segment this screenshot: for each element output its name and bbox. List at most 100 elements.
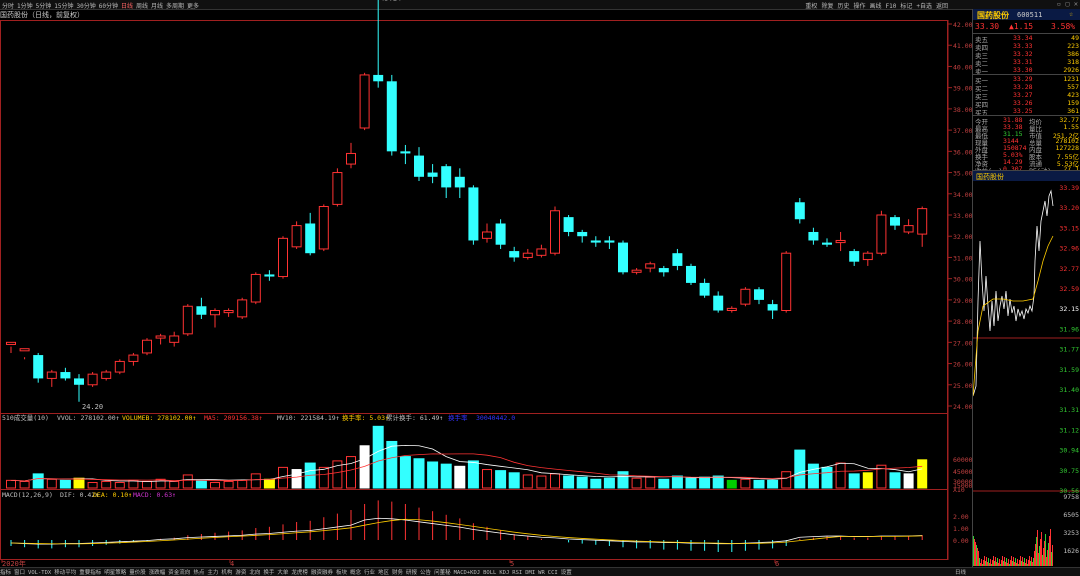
volume-bar[interactable] xyxy=(603,477,615,489)
candle[interactable] xyxy=(522,248,533,260)
volume-bar[interactable] xyxy=(576,476,588,489)
order-row[interactable]: 买三 33.27 423 xyxy=(973,91,1080,101)
volume-bar[interactable] xyxy=(182,474,193,489)
volume-bar[interactable] xyxy=(19,480,30,489)
volume-bar[interactable] xyxy=(482,469,492,489)
volume-bar[interactable] xyxy=(767,479,779,489)
volume-bar[interactable] xyxy=(807,463,819,489)
candle[interactable] xyxy=(6,341,16,353)
intraday-mini-chart[interactable]: 33.39 33.20 33.15 32.96 32.77 32.59 32.15 31.96… xyxy=(973,181,1080,567)
candle[interactable] xyxy=(60,367,71,381)
candle[interactable] xyxy=(903,219,914,235)
candle[interactable] xyxy=(155,333,166,345)
volume-bar[interactable] xyxy=(427,461,439,489)
candle[interactable] xyxy=(509,246,520,262)
candle[interactable] xyxy=(128,352,139,366)
candle[interactable] xyxy=(550,206,560,256)
candle[interactable] xyxy=(482,223,492,243)
volume-bar[interactable] xyxy=(440,463,452,489)
candle[interactable] xyxy=(196,297,207,319)
indicator-tab-2[interactable]: VOL-TDX xyxy=(28,570,51,576)
candle[interactable] xyxy=(332,168,343,207)
volume-bar[interactable] xyxy=(291,469,302,489)
volume-bar[interactable] xyxy=(346,456,356,489)
candle[interactable] xyxy=(182,304,193,336)
candle[interactable] xyxy=(890,215,900,230)
candle[interactable] xyxy=(740,287,751,307)
volume-bar[interactable] xyxy=(495,470,507,489)
volume-bar[interactable] xyxy=(671,475,683,489)
candle[interactable] xyxy=(400,144,411,165)
candle[interactable] xyxy=(658,265,669,277)
order-row[interactable]: 买五 33.25 361 xyxy=(973,107,1080,117)
indicator-tab-26[interactable]: MACD+KDJ xyxy=(454,570,481,576)
candle[interactable] xyxy=(101,369,112,381)
candle[interactable] xyxy=(672,248,683,271)
candle[interactable] xyxy=(754,287,764,305)
volume-bar[interactable] xyxy=(821,466,833,489)
candle[interactable] xyxy=(822,238,832,247)
candle[interactable] xyxy=(536,244,547,258)
volume-bar[interactable] xyxy=(155,478,166,489)
volume-bar[interactable] xyxy=(46,478,57,489)
candle[interactable] xyxy=(468,185,479,245)
volume-bar[interactable] xyxy=(114,482,125,489)
candle[interactable] xyxy=(590,236,601,247)
volume-bar[interactable] xyxy=(223,480,234,489)
candle[interactable] xyxy=(278,236,288,279)
volume-bar[interactable] xyxy=(372,425,384,489)
volume-bar[interactable] xyxy=(753,479,765,489)
volume-bar[interactable] xyxy=(617,471,629,489)
volume-bar[interactable] xyxy=(740,478,751,489)
order-row[interactable]: 卖一 33.30 2926 xyxy=(973,66,1080,76)
volume-bar[interactable] xyxy=(399,456,411,489)
volume-bar[interactable] xyxy=(59,479,71,489)
candle[interactable] xyxy=(237,297,248,319)
volume-bar[interactable] xyxy=(508,472,520,489)
candle[interactable] xyxy=(577,229,588,243)
candle[interactable] xyxy=(631,268,642,275)
indicator-tab-27[interactable]: BOLL xyxy=(483,570,496,576)
candle[interactable] xyxy=(495,219,506,249)
order-row[interactable]: 卖五 33.34 49 xyxy=(973,34,1080,44)
indicator-tab-28[interactable]: KDJ xyxy=(499,570,509,576)
volume-bar[interactable] xyxy=(318,466,329,489)
candle[interactable] xyxy=(223,308,234,317)
volume-bar[interactable] xyxy=(142,480,152,489)
candle[interactable] xyxy=(264,270,275,281)
candle[interactable] xyxy=(645,261,656,273)
volume-bar[interactable] xyxy=(712,475,724,489)
volume-bar[interactable] xyxy=(522,474,533,489)
candle[interactable] xyxy=(835,231,846,252)
indicator-tab-30[interactable]: DMI xyxy=(525,570,535,576)
volume-bar[interactable] xyxy=(413,458,425,489)
candle[interactable] xyxy=(618,240,628,275)
volume-bar[interactable] xyxy=(467,460,479,489)
candle[interactable] xyxy=(169,331,180,347)
volume-bar[interactable] xyxy=(195,479,207,489)
kline-chart[interactable]: 42.0041.0040.0039.0038.0037.0036.0035.00… xyxy=(0,0,972,567)
volume-bar[interactable] xyxy=(903,473,914,489)
volume-bar[interactable] xyxy=(32,473,44,489)
candle[interactable] xyxy=(686,263,696,286)
candle[interactable] xyxy=(849,248,860,266)
volume-bar[interactable] xyxy=(73,477,85,489)
volume-bar[interactable] xyxy=(726,479,737,489)
candle[interactable] xyxy=(862,251,873,266)
order-row[interactable]: 买一 33.29 1231 xyxy=(973,75,1080,85)
candle[interactable] xyxy=(699,278,710,298)
candle[interactable] xyxy=(46,369,57,387)
volume-bar[interactable] xyxy=(645,476,656,489)
candle[interactable] xyxy=(87,372,98,387)
candle[interactable] xyxy=(346,142,356,169)
volume-bar[interactable] xyxy=(794,449,806,489)
candle[interactable] xyxy=(794,198,805,224)
candle[interactable] xyxy=(305,212,316,256)
candle[interactable] xyxy=(114,359,125,375)
volume-bar[interactable] xyxy=(862,472,873,489)
volume-bar[interactable] xyxy=(210,482,220,489)
volume-bar[interactable] xyxy=(563,475,575,489)
candle[interactable] xyxy=(373,0,384,88)
candle[interactable] xyxy=(563,215,574,237)
candle[interactable] xyxy=(917,206,928,247)
